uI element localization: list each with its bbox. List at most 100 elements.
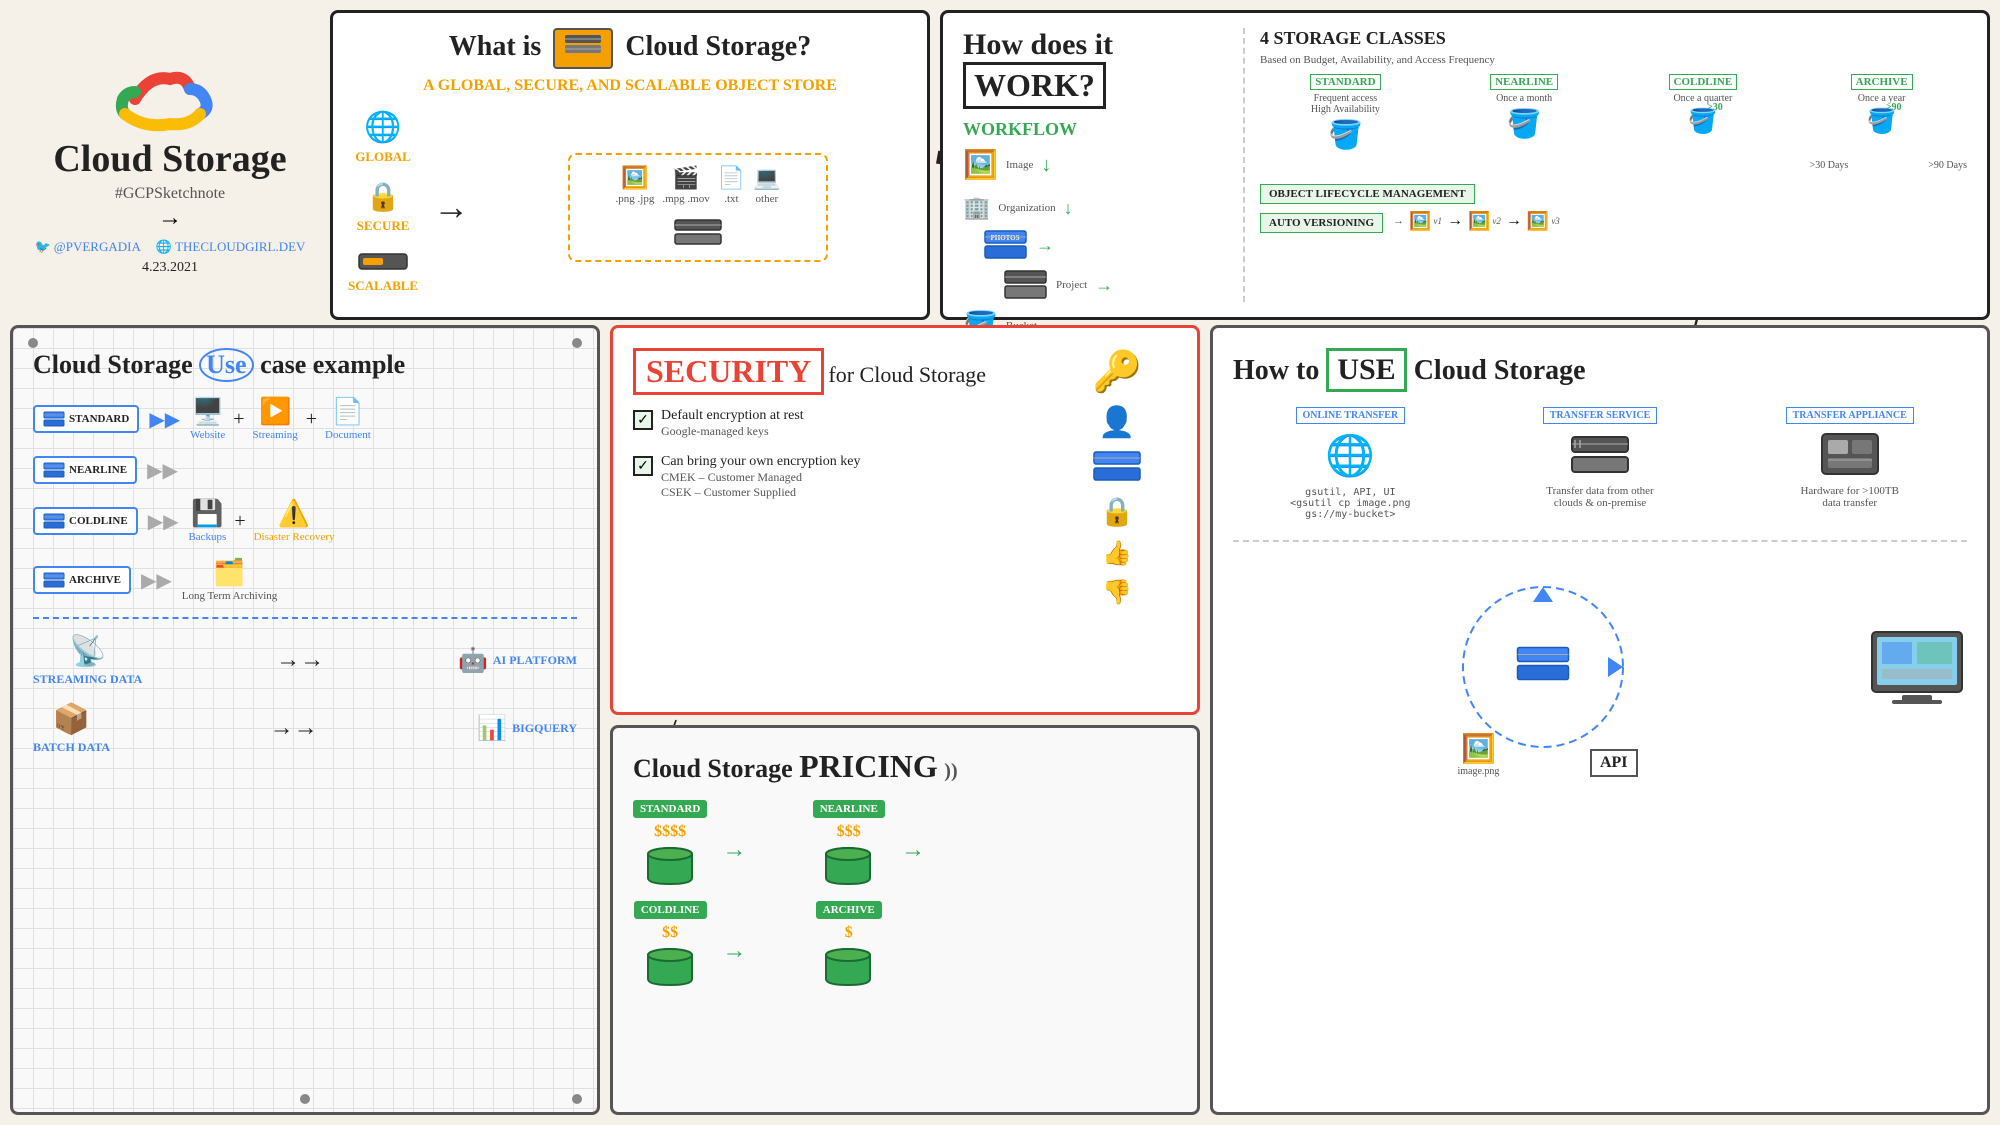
transfer-service-icon <box>1570 432 1630 477</box>
encryption-text: Default encryption at rest <box>661 408 804 424</box>
pricing-standard-icon <box>643 846 698 886</box>
storage-classes-title: 4 STORAGE CLASSES <box>1260 28 1967 49</box>
file-types-box: 🖼️ .png .jpg 🎬 .mpg .mov 📄 .txt 💻 other <box>568 153 828 262</box>
own-key-text: Can bring your own encryption key <box>661 454 860 470</box>
workflow-photos-row: PHOTOS → <box>983 229 1054 261</box>
workflow-org-row: 🏢 Organization ↓ <box>963 195 1073 221</box>
csek-text: CSEK – Customer Supplied <box>661 485 860 500</box>
computer-diagram <box>1867 627 1967 707</box>
how-works-section: How does it WORK? WORKFLOW 🖼️ Image ↓ 🏢 <box>940 10 1990 320</box>
use-case-section: Cloud Storage Use case example STANDARD … <box>10 325 600 1115</box>
how-works-title: How does it WORK? <box>963 28 1213 109</box>
twitter-handle: @PVERGADIA <box>54 239 141 255</box>
notebook-dots <box>300 1094 310 1104</box>
storage-class-archive: ARCHIVE Once a year 🪣 >90 <box>1796 74 1967 152</box>
ai-platform-badge: 🤖 AI PLATFORM <box>458 646 577 675</box>
center-storage-icon <box>1515 646 1570 684</box>
workflow-title: WORKFLOW <box>963 119 1213 140</box>
streaming-data-row: 📡 STREAMING DATA →→ 🤖 AI PLATFORM <box>33 634 577 687</box>
security-section: SECURITY for Cloud Storage ✓ Default enc… <box>610 325 1200 715</box>
standard-badge: STANDARD <box>33 405 139 433</box>
pricing-coldline: COLDLINE $$ <box>633 901 707 987</box>
section-divider <box>33 617 577 619</box>
storage-icon-small <box>563 32 603 57</box>
workflow-image-row: 🖼️ Image ↓ <box>963 148 1213 182</box>
logo-hashtag: #GCPSketchnote <box>115 185 225 203</box>
secure-icon-item: 🔒 SECURE <box>357 180 410 234</box>
gsutil-code: gsutil, API, UI <gsutil cp image.png gs:… <box>1290 487 1410 520</box>
transfer-options: ONLINE TRANSFER 🌐 gsutil, API, UI <gsuti… <box>1233 407 1967 520</box>
nearline-storage-icon <box>43 462 65 478</box>
transfer-appliance-option: TRANSFER APPLIANCE Hardware for >100TBda… <box>1732 407 1967 520</box>
disaster-recovery-item: ⚠️ Disaster Recovery <box>254 499 335 543</box>
standard-use-items: 🖥️ Website + ▶️ Streaming + 📄 Document <box>190 397 371 441</box>
lifecycle-management-label: OBJECT LIFECYCLE MANAGEMENT <box>1260 184 1475 204</box>
storage-icon-filetypes <box>673 218 723 250</box>
backups-item: 💾 Backups <box>188 499 226 543</box>
online-transfer-badge: ONLINE TRANSFER <box>1296 407 1406 424</box>
use-word: Use <box>199 348 253 382</box>
main-container: Cloud Storage #GCPSketchnote → 🐦 @PVERGA… <box>0 0 2000 1125</box>
svg-text:PHOTOS: PHOTOS <box>990 234 1019 242</box>
what-is-section: What is Cloud Storage? A GLOBAL, SECURE,… <box>330 10 930 320</box>
security-storage-icon <box>1092 450 1142 485</box>
website-item: 🖥️ Website <box>190 397 225 441</box>
use-bold-text: USE <box>1326 348 1406 392</box>
encryption-at-rest-item: ✓ Default encryption at rest Google-mana… <box>633 408 1042 439</box>
what-is-title: What is Cloud Storage? <box>348 28 912 69</box>
how-use-title: How to USE Cloud Storage <box>1233 348 1967 392</box>
date: 4.23.2021 <box>142 260 198 276</box>
archive-row: ARCHIVE ▶▶ 🗂️ Long Term Archiving <box>33 558 577 602</box>
coldline-use-items: 💾 Backups + ⚠️ Disaster Recovery <box>188 499 334 543</box>
scalable-bar-icon <box>358 249 408 274</box>
pricing-section: Cloud Storage PRICING )) STANDARD $$$$ → <box>610 725 1200 1115</box>
use-case-rows: STANDARD ▶▶ 🖥️ Website + ▶️ Streaming + <box>33 397 577 602</box>
api-diagram: 🖼️ image.png API <box>1233 540 1967 777</box>
days-90: >90 Days <box>1928 160 1967 171</box>
cmek-text: CMEK – Customer Managed <box>661 470 860 485</box>
corner-dot <box>572 1094 582 1104</box>
storage-classes-section: 4 STORAGE CLASSES Based on Budget, Avail… <box>1243 28 1967 302</box>
storage-classes-subtitle: Based on Budget, Availability, and Acces… <box>1260 54 1967 66</box>
top-left-dot <box>28 338 38 348</box>
archive-item: 🗂️ Long Term Archiving <box>182 558 278 602</box>
pricing-coldline-icon <box>643 947 698 987</box>
what-is-subtitle: A GLOBAL, SECURE, AND SCALABLE OBJECT ST… <box>348 77 912 95</box>
security-subtitle: for Cloud Storage <box>828 362 986 387</box>
storage-class-standard: STANDARD Frequent accessHigh Availabilit… <box>1260 74 1431 152</box>
standard-row: STANDARD ▶▶ 🖥️ Website + ▶️ Streaming + <box>33 397 577 441</box>
auto-versioning-label: AUTO VERSIONING <box>1260 213 1383 233</box>
security-illustration: 🔑 👤 🔒 👍 👎 <box>1057 348 1177 692</box>
api-circle-diagram: 🖼️ image.png API <box>1443 567 1643 767</box>
archive-use-items: 🗂️ Long Term Archiving <box>182 558 278 602</box>
nearline-badge: NEARLINE <box>33 456 137 484</box>
bucket-photos-icon: PHOTOS <box>983 229 1028 261</box>
check-icon-1: ✓ <box>633 410 653 430</box>
logo-section: Cloud Storage #GCPSketchnote → 🐦 @PVERGA… <box>10 10 330 320</box>
pricing-nearline: NEARLINE $$$ <box>812 800 886 886</box>
price-arrow-3: → <box>722 916 796 987</box>
google-cloud-logo <box>105 54 235 139</box>
transfer-appliance-badge: TRANSFER APPLIANCE <box>1786 407 1914 424</box>
google-keys-text: Google-managed keys <box>661 424 804 439</box>
streaming-item: ▶️ Streaming <box>253 397 298 441</box>
archive-storage-icon <box>43 572 65 588</box>
workflow-project-row: Project → <box>1003 269 1113 301</box>
security-title: SECURITY <box>633 348 824 395</box>
how-use-section: How to USE Cloud Storage ONLINE TRANSFER… <box>1210 325 1990 1115</box>
transfer-service-badge: TRANSFER SERVICE <box>1543 407 1658 424</box>
streaming-data-source: 📡 STREAMING DATA <box>33 634 142 687</box>
transfer-appliance-icon <box>1820 432 1880 477</box>
scalable-icon-item: SCALABLE <box>348 249 418 294</box>
price-arrow-2: → <box>901 815 975 886</box>
logo-title: Cloud Storage <box>53 139 286 181</box>
security-content: SECURITY for Cloud Storage ✓ Default enc… <box>633 348 1042 692</box>
storage-classes-grid: STANDARD Frequent accessHigh Availabilit… <box>1260 74 1967 152</box>
transfer-service-option: TRANSFER SERVICE Transfer data from othe… <box>1483 407 1718 520</box>
pricing-standard: STANDARD $$$$ <box>633 800 707 886</box>
data-flow-section: 📡 STREAMING DATA →→ 🤖 AI PLATFORM 📦 BATC… <box>33 634 577 755</box>
coldline-row: COLDLINE ▶▶ 💾 Backups + ⚠️ Disaster Reco… <box>33 499 577 543</box>
pricing-grid: STANDARD $$$$ → NEARLINE $$$ <box>633 800 975 987</box>
document-item: 📄 Document <box>325 397 371 441</box>
batch-data-source: 📦 BATCH DATA <box>33 702 110 755</box>
